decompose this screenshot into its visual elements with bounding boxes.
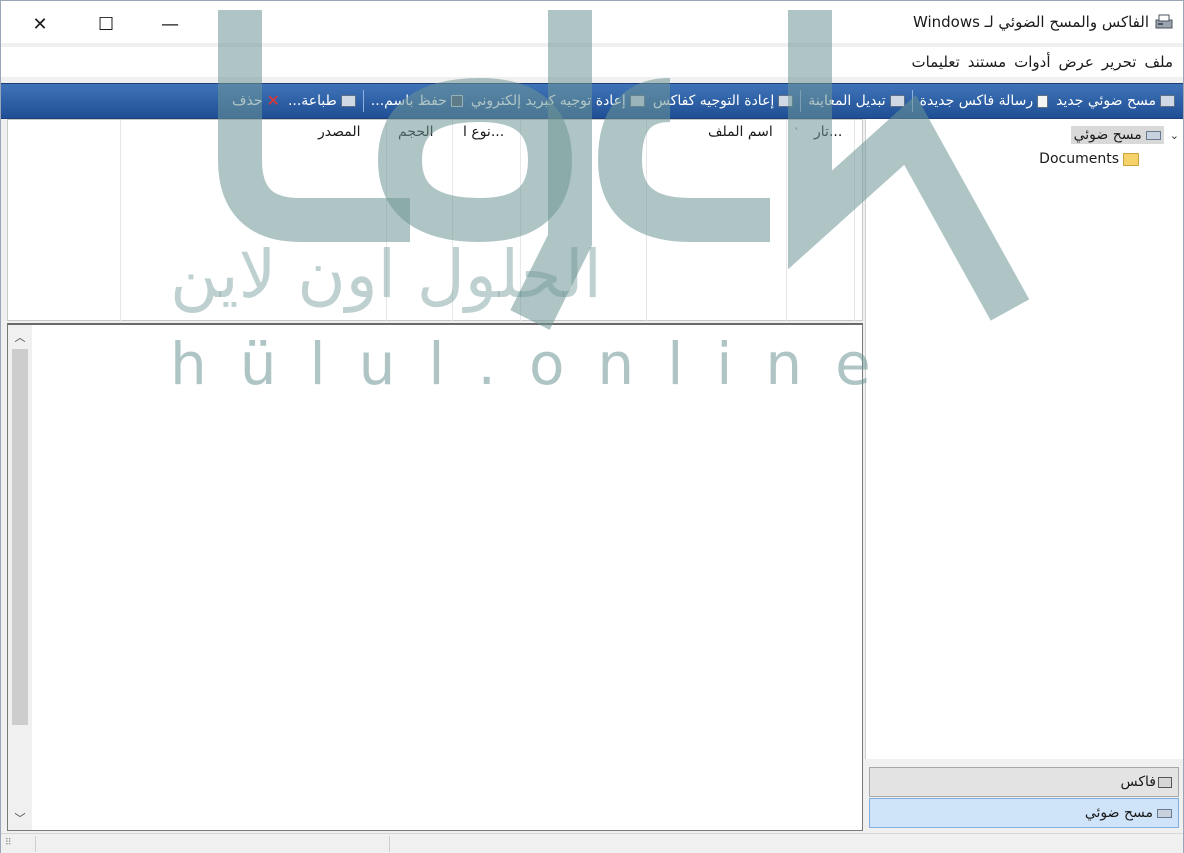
toolbar-separator [911,90,913,112]
tree-item-scan[interactable]: ⌄ مسح ضوئي [1070,123,1179,147]
new-scan-button[interactable]: مسح ضوئي جديد [1052,87,1179,115]
toolbar: مسح ضوئي جديد رسالة فاكس جديدة تبديل الم… [1,83,1183,119]
resize-grip-icon[interactable]: ⠿ [5,838,12,848]
fax-icon [778,95,794,107]
minimize-button[interactable]: — [147,9,193,39]
save-disk-icon [450,95,463,107]
menu-bar: ملف تحرير عرض أدوات مستند تعليمات [1,47,1183,77]
column-header-filename[interactable]: اسم الملف [708,124,773,140]
nav-scan-label: مسح ضوئي [1084,805,1153,821]
tree-item-scan-selected: مسح ضوئي [1070,126,1164,144]
column-divider [120,120,121,322]
column-header-type[interactable]: نوع ا... [463,124,504,140]
app-window: الفاكس والمسح الضوئي لـ Windows ✕ ☐ — مل… [0,0,1184,853]
folder-tree: ⌄ مسح ضوئي Documents [865,119,1183,759]
column-header-date[interactable]: تار... [814,124,842,140]
printer-icon [340,95,356,107]
scanner-icon [1145,130,1161,140]
preview-icon [889,95,905,107]
nav-fax-label: فاكس [1120,774,1156,790]
folder-icon [1123,152,1139,166]
email-icon [629,95,645,107]
forward-as-fax-label: إعادة التوجيه كفاكس [652,93,775,109]
preview-pane: ︿ ﹀ [7,323,863,831]
menu-tools[interactable]: أدوات [1010,53,1054,71]
minimize-icon: — [161,13,179,35]
window-title: الفاكس والمسح الضوئي لـ Windows [912,13,1149,31]
menu-help[interactable]: تعليمات [907,53,963,71]
column-header-source[interactable]: المصدر [318,124,361,140]
close-icon: ✕ [32,13,48,35]
delete-x-icon: ✕ [266,91,280,110]
print-label: طباعة... [287,93,337,109]
column-divider [646,120,647,322]
save-as-button[interactable]: حفظ باسم... [367,87,467,115]
file-list: تار... ˋ اسم الملف نوع ا... الحجم المصدر [7,119,864,322]
menu-view[interactable]: عرض [1055,53,1098,71]
status-divider [389,836,390,852]
forward-as-email-label: إعادة توجيه كبريد إلكتروني [470,93,626,109]
nav-scan-button[interactable]: مسح ضوئي [869,798,1179,828]
scroll-up-icon[interactable]: ︿ [12,329,28,345]
column-divider [786,120,787,322]
forward-as-email-button[interactable]: إعادة توجيه كبريد إلكتروني [467,87,649,115]
fax-scan-app-icon [1155,14,1173,29]
column-divider [854,120,864,322]
close-button[interactable]: ✕ [17,9,63,39]
new-fax-label: رسالة فاكس جديدة [919,93,1034,109]
delete-button[interactable]: ✕ حذف [228,87,284,115]
toolbar-separator [800,90,802,112]
toggle-preview-label: تبديل المعاينة [808,93,886,109]
title-bar: الفاكس والمسح الضوئي لـ Windows ✕ ☐ — [1,1,1183,43]
menu-edit[interactable]: تحرير [1098,53,1141,71]
fax-page-icon [1037,94,1049,108]
status-divider [35,836,36,852]
toggle-preview-button[interactable]: تبديل المعاينة [804,87,908,115]
column-header-size[interactable]: الحجم [398,124,434,140]
tree-item-label: مسح ضوئي [1073,127,1142,143]
scanner-icon [1157,808,1172,818]
column-divider [520,120,521,322]
maximize-button[interactable]: ☐ [83,9,129,39]
nav-fax-button[interactable]: فاكس [869,767,1179,797]
forward-as-fax-button[interactable]: إعادة التوجيه كفاكس [649,87,798,115]
menu-file[interactable]: ملف [1140,53,1177,71]
vertical-scrollbar[interactable]: ︿ ﹀ [8,325,32,830]
tree-item-label: Documents [1039,151,1119,167]
column-divider [386,120,387,322]
scrollbar-thumb[interactable] [12,349,28,725]
column-divider [452,120,453,322]
tree-item-documents[interactable]: Documents [1039,147,1139,171]
chevron-down-icon[interactable]: ⌄ [1170,129,1179,142]
toolbar-separator [362,90,364,112]
menu-document[interactable]: مستند [964,53,1010,71]
save-as-label: حفظ باسم... [370,93,447,109]
fax-icon [1158,776,1172,788]
delete-label: حذف [232,93,263,109]
sort-icon: ˋ [794,126,800,139]
maximize-icon: ☐ [97,13,115,35]
scroll-down-icon[interactable]: ﹀ [12,810,28,826]
new-fax-button[interactable]: رسالة فاكس جديدة [916,87,1052,115]
print-button[interactable]: طباعة... [284,87,360,115]
scanner-icon [1160,95,1175,107]
new-scan-label: مسح ضوئي جديد [1056,93,1156,109]
status-bar: ⠿ [1,833,1183,853]
